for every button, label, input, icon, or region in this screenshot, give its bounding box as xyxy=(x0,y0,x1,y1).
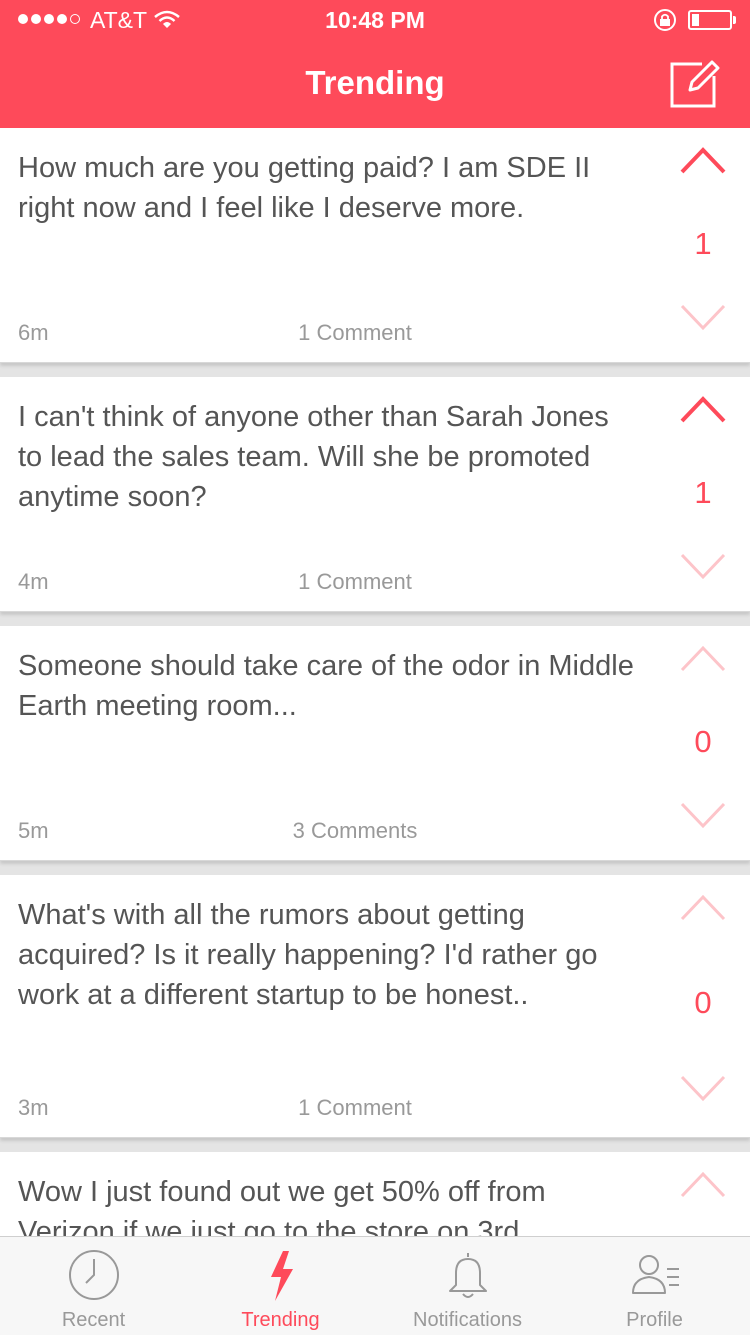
compose-icon[interactable] xyxy=(668,58,720,110)
post-text: Someone should take care of the odor in … xyxy=(18,650,634,722)
downvote-chevron-icon[interactable] xyxy=(680,300,726,334)
post-text: I can't think of anyone other than Sarah… xyxy=(18,401,609,513)
lightning-icon xyxy=(271,1251,293,1301)
bell-icon xyxy=(449,1253,487,1298)
tab-label: Notifications xyxy=(413,1309,522,1331)
rotation-lock-icon xyxy=(654,9,676,31)
post-feed[interactable]: How much are you getting paid? I am SDE … xyxy=(0,128,750,1236)
post-text: What's with all the rumors about getting… xyxy=(18,899,598,1011)
profile-icon xyxy=(632,1255,679,1294)
post-card[interactable]: How much are you getting paid? I am SDE … xyxy=(0,128,750,363)
tab-trending[interactable]: Trending xyxy=(187,1237,374,1335)
app-header: AT&T 10:48 PM Trending xyxy=(0,0,750,128)
post-card[interactable]: Wow I just found out we get 50% off from… xyxy=(0,1152,750,1236)
vote-count: 0 xyxy=(694,724,712,759)
post-card[interactable]: What's with all the rumors about getting… xyxy=(0,875,750,1138)
vote-count: 1 xyxy=(694,226,712,261)
vote-count: 0 xyxy=(694,985,712,1020)
tab-label: Profile xyxy=(626,1309,683,1331)
comment-count-link[interactable]: 1 Comment xyxy=(0,1095,710,1121)
comment-count-link[interactable]: 3 Comments xyxy=(0,818,710,844)
comment-count-link[interactable]: 1 Comment xyxy=(0,320,710,346)
upvote-chevron-icon[interactable] xyxy=(680,142,726,176)
tab-label: Trending xyxy=(241,1309,320,1331)
downvote-chevron-icon[interactable] xyxy=(680,1071,726,1105)
tab-profile[interactable]: Profile xyxy=(561,1237,748,1335)
post-card[interactable]: I can't think of anyone other than Sarah… xyxy=(0,377,750,612)
battery-icon xyxy=(688,10,736,30)
tab-notifications[interactable]: Notifications xyxy=(374,1237,561,1335)
post-card[interactable]: Someone should take care of the odor in … xyxy=(0,626,750,861)
post-text: How much are you getting paid? I am SDE … xyxy=(18,152,591,224)
status-time: 10:48 PM xyxy=(325,7,425,33)
page-title: Trending xyxy=(305,64,445,101)
upvote-chevron-icon[interactable] xyxy=(680,889,726,923)
downvote-chevron-icon[interactable] xyxy=(680,798,726,832)
upvote-chevron-icon[interactable] xyxy=(680,1166,726,1200)
status-bar: AT&T 10:48 PM xyxy=(0,0,750,40)
tab-label: Recent xyxy=(61,1309,126,1331)
upvote-chevron-icon[interactable] xyxy=(680,640,726,674)
tab-bar: Recent Trending Notifications Profile xyxy=(0,1236,750,1335)
post-text: Wow I just found out we get 50% off from… xyxy=(18,1176,546,1236)
clock-icon xyxy=(69,1250,119,1300)
tab-recent[interactable]: Recent xyxy=(0,1237,187,1335)
vote-count: 1 xyxy=(694,475,712,510)
comment-count-link[interactable]: 1 Comment xyxy=(0,569,710,595)
upvote-chevron-icon[interactable] xyxy=(680,391,726,425)
downvote-chevron-icon[interactable] xyxy=(680,549,726,583)
